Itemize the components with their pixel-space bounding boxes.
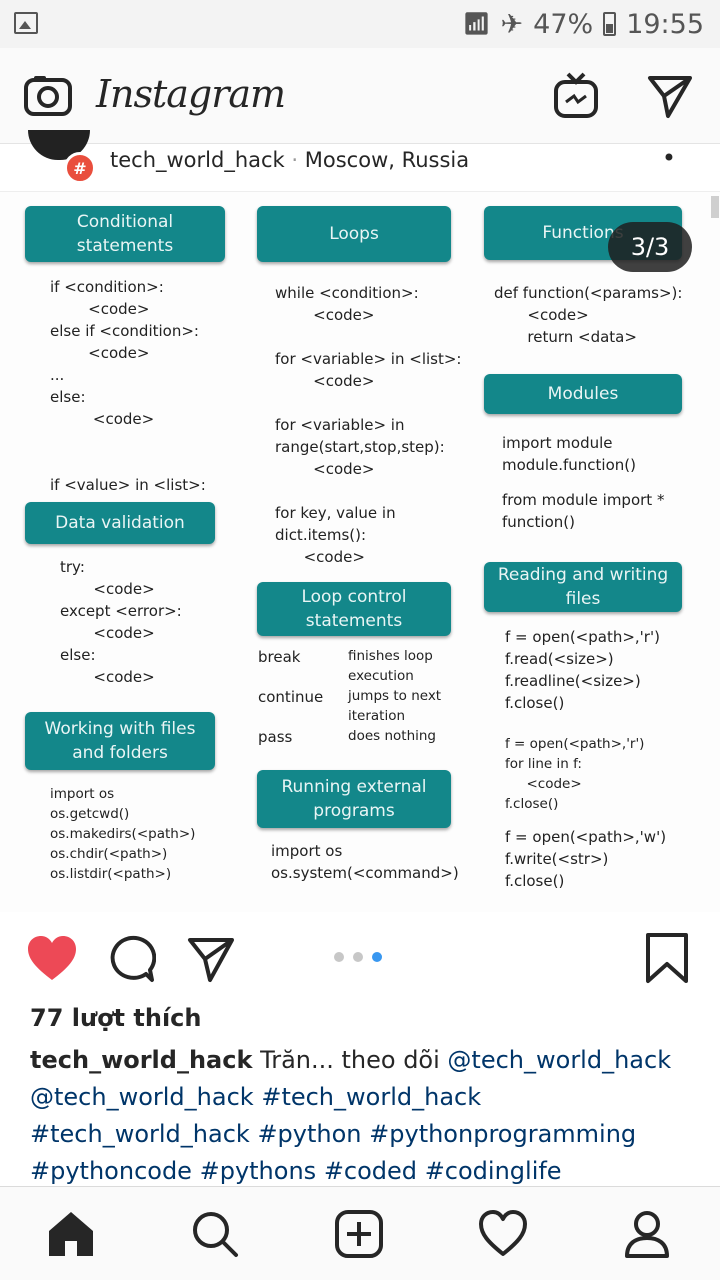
box-data-validation: Data validation	[25, 502, 215, 544]
caption-tag[interactable]: #tech_world_hack	[261, 1083, 481, 1111]
code-reading-2: f = open(<path>,'r') for line in f: <cod…	[505, 736, 645, 812]
code-data-validation: try: <code> except <error>: <code> else:…	[60, 558, 182, 686]
loop-control-desc: does nothing	[348, 728, 437, 744]
loop-control-keyword: pass	[258, 728, 293, 746]
caption-tag[interactable]: #pythons	[200, 1157, 317, 1185]
code-running: import os os.system(<command>)	[271, 842, 459, 882]
gallery-notification-icon	[14, 12, 38, 34]
post-author[interactable]: tech_world_hack · Moscow, Russia	[110, 148, 469, 172]
caption-tag[interactable]: #codinglife	[425, 1157, 562, 1185]
box-loops: Loops	[257, 206, 451, 262]
code-modules-1: import module module.function()	[502, 434, 636, 474]
loop-control-desc: jumps to next iteration	[348, 688, 442, 724]
post-actions	[0, 912, 720, 1004]
home-icon[interactable]	[46, 1209, 96, 1259]
share-icon[interactable]	[186, 934, 236, 984]
box-modules: Modules	[484, 374, 682, 414]
profile-icon[interactable]	[622, 1209, 672, 1259]
direct-message-icon[interactable]	[646, 72, 694, 120]
caption-tag[interactable]: #tech_world_hack	[30, 1120, 250, 1148]
code-conditional: if <condition>: <code> else if <conditio…	[50, 278, 206, 494]
carousel-dot	[372, 952, 382, 962]
box-working-with-files: Working with files and folders	[25, 712, 215, 770]
carousel-dot	[353, 952, 363, 962]
box-reading-writing-files: Reading and writing files	[484, 562, 682, 612]
code-reading-1: f = open(<path>,'r') f.read(<size>) f.re…	[505, 628, 660, 712]
like-heart-icon[interactable]	[26, 934, 78, 982]
post-image[interactable]: Conditional statements if <condition>: <…	[0, 192, 720, 912]
new-post-icon[interactable]	[334, 1209, 384, 1259]
more-options-button[interactable]: •	[662, 144, 676, 172]
box-loop-control: Loop control statements	[257, 582, 451, 636]
box-running-external-programs: Running external programs	[257, 770, 451, 828]
caption-tag[interactable]: @tech_world_hack	[30, 1083, 254, 1111]
caption-tag[interactable]: @tech_world_hack	[447, 1046, 671, 1074]
igtv-icon[interactable]	[552, 72, 600, 120]
caption-tag[interactable]: #coded	[324, 1157, 417, 1185]
separator: ·	[291, 148, 305, 172]
activity-heart-icon[interactable]	[478, 1209, 528, 1259]
clock: 19:55	[626, 8, 704, 40]
airplane-icon: ✈︎	[500, 8, 524, 40]
location-link[interactable]: Moscow, Russia	[305, 148, 469, 172]
code-loops: while <condition>: <code> for <variable>…	[275, 284, 462, 566]
comment-icon[interactable]	[106, 934, 156, 984]
caption-tag[interactable]: #python	[257, 1120, 361, 1148]
scrollbar[interactable]	[711, 196, 719, 218]
bookmark-icon[interactable]	[644, 932, 690, 984]
post-header: # tech_world_hack · Moscow, Russia •	[0, 130, 720, 192]
hashtag-badge-icon: #	[64, 152, 96, 184]
code-functions: def function(<params>): <code> return <d…	[494, 284, 683, 346]
search-icon[interactable]	[190, 1209, 240, 1259]
loop-control-keyword: break	[258, 648, 301, 666]
code-modules-2: from module import * function()	[502, 491, 665, 531]
code-files: import os os.getcwd() os.makedirs(<path>…	[50, 786, 196, 882]
camera-icon[interactable]	[24, 74, 72, 116]
battery-icon	[603, 12, 617, 36]
carousel-dot	[334, 952, 344, 962]
app-header: Instagram	[0, 48, 720, 144]
post-caption: tech_world_hack Trăn... theo dõi @tech_w…	[30, 1042, 698, 1190]
image-counter: 3/3	[608, 222, 692, 272]
bottom-navigation	[0, 1186, 720, 1280]
box-conditional-statements: Conditional statements	[25, 206, 225, 262]
caption-username[interactable]: tech_world_hack	[30, 1046, 252, 1074]
loop-control-desc: finishes loop execution	[348, 648, 433, 684]
caption-tag[interactable]: #pythonprogramming	[369, 1120, 636, 1148]
loop-control-keyword: continue	[258, 688, 324, 706]
username-link[interactable]: tech_world_hack	[110, 148, 285, 172]
carousel-indicator	[334, 952, 382, 962]
code-reading-3: f = open(<path>,'w') f.write(<str>) f.cl…	[505, 828, 667, 890]
app-logo: Instagram	[96, 72, 286, 116]
caption-tag[interactable]: #pythoncode	[30, 1157, 192, 1185]
status-bar: 📶︎ ✈︎ 47% 19:55	[0, 0, 720, 48]
caption-text: Trăn... theo dõi	[252, 1046, 448, 1074]
likes-count[interactable]: 77 lượt thích	[30, 1004, 201, 1032]
wifi-icon: 📶︎	[462, 11, 491, 37]
battery-percent: 47%	[533, 8, 594, 40]
